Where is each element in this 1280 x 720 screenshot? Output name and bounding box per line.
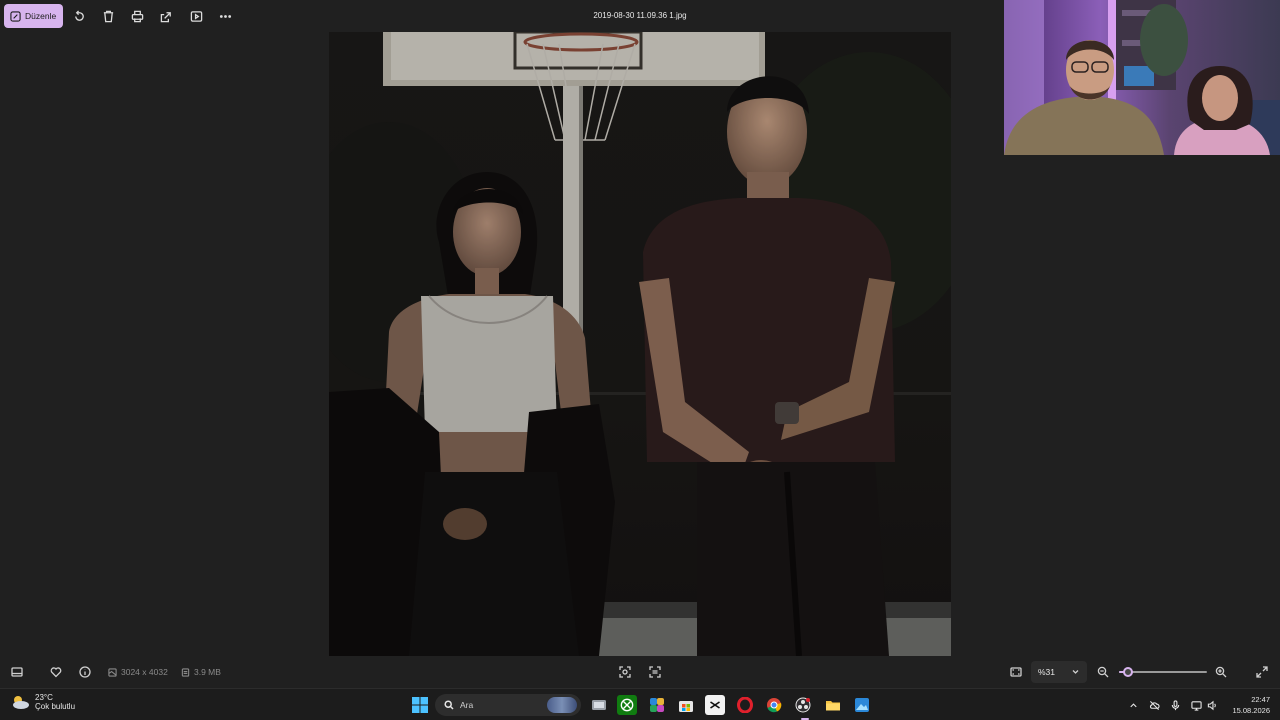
dimensions-icon: [108, 667, 117, 677]
network-icon[interactable]: [1190, 699, 1202, 711]
clock-date: 15.08.2026: [1232, 706, 1270, 715]
fullscreen-icon[interactable]: [1255, 665, 1269, 679]
task-view-icon: [592, 700, 606, 710]
search-placeholder: Ara: [460, 700, 474, 710]
xbox-app[interactable]: [617, 695, 637, 715]
more-icon[interactable]: [217, 8, 233, 24]
start-button[interactable]: [410, 695, 430, 715]
cloud-sync-off-icon[interactable]: [1148, 699, 1160, 711]
image-filesize: 3.9 MB: [181, 667, 221, 677]
zoom-level-value: %31: [1038, 667, 1056, 677]
ocr-scan-icon[interactable]: [648, 665, 662, 679]
zoom-slider[interactable]: [1119, 667, 1207, 677]
store-icon: [679, 701, 693, 712]
photos-app[interactable]: [852, 695, 872, 715]
opera-icon: [737, 697, 753, 713]
xbox-icon: [620, 698, 634, 712]
chrome-app[interactable]: [764, 695, 784, 715]
zoom-out-icon[interactable]: [1096, 665, 1110, 679]
delete-icon[interactable]: [100, 8, 116, 24]
rotate-icon[interactable]: [71, 8, 87, 24]
windows-logo-icon: [412, 697, 428, 713]
fit-to-window-icon[interactable]: [1009, 665, 1023, 679]
favorite-heart-icon[interactable]: [49, 665, 63, 679]
taskbar-search-input[interactable]: Ara: [435, 694, 581, 716]
bottom-bar: 3024 x 4032 3.9 MB %31: [0, 656, 1280, 688]
windows-taskbar: 23°C Çok bulutlu Ara 22:47 15.08.2026: [0, 688, 1280, 720]
system-clock[interactable]: 22:47 15.08.2026: [1232, 694, 1270, 716]
clock-time: 22:47: [1251, 695, 1270, 704]
edit-button-label: Düzenle: [25, 11, 57, 21]
slideshow-icon[interactable]: [188, 8, 204, 24]
show-hidden-icons-chevron-icon[interactable]: [1127, 699, 1139, 711]
filesize-icon: [181, 667, 190, 677]
copilot-app[interactable]: [647, 695, 667, 715]
task-view-app[interactable]: [589, 695, 609, 715]
search-highlight-image: [547, 697, 577, 713]
face-detect-icon[interactable]: [618, 665, 632, 679]
weather-widget[interactable]: 23°C Çok bulutlu: [10, 693, 75, 711]
volume-icon[interactable]: [1206, 699, 1218, 711]
folder-icon: [826, 701, 840, 711]
capcut-icon: [710, 701, 720, 709]
capcut-app[interactable]: [705, 695, 725, 715]
search-icon: [444, 700, 454, 710]
copilot-icon: [650, 698, 664, 712]
weather-temperature: 23°C: [35, 693, 53, 702]
zoom-slider-thumb[interactable]: [1122, 667, 1133, 677]
filesize-text: 3.9 MB: [194, 667, 221, 677]
photo-view[interactable]: [329, 32, 951, 656]
cloudy-weather-icon: [13, 696, 29, 709]
filmstrip-icon[interactable]: [10, 665, 24, 679]
edit-button[interactable]: Düzenle: [4, 4, 63, 28]
info-icon[interactable]: [78, 665, 92, 679]
webcam-image: [1004, 0, 1280, 155]
file-explorer-app[interactable]: [823, 695, 843, 715]
zoom-in-icon[interactable]: [1214, 665, 1228, 679]
edit-icon: [10, 10, 21, 22]
photos-icon: [855, 698, 869, 712]
weather-description: Çok bulutlu: [35, 702, 76, 711]
opera-app[interactable]: [735, 695, 755, 715]
zoom-level-select[interactable]: %31: [1031, 661, 1087, 683]
obs-icon: [795, 697, 811, 713]
microphone-icon[interactable]: [1169, 699, 1181, 711]
microsoft-store-app[interactable]: [676, 695, 696, 715]
image-dimensions: 3024 x 4032: [108, 667, 168, 677]
chevron-down-icon: [1071, 667, 1080, 676]
obs-app[interactable]: [793, 695, 813, 715]
photos-app-window: Düzenle 2019-08-30 11.09.36 1.jpg 3024 x…: [0, 0, 1280, 688]
webcam-overlay: [1004, 0, 1280, 155]
photo-image: [329, 32, 951, 656]
file-name: 2019-08-30 11.09.36 1.jpg: [593, 11, 687, 20]
print-icon[interactable]: [129, 8, 145, 24]
dimensions-text: 3024 x 4032: [121, 667, 168, 677]
chrome-icon: [767, 698, 782, 713]
share-icon[interactable]: [158, 8, 174, 24]
